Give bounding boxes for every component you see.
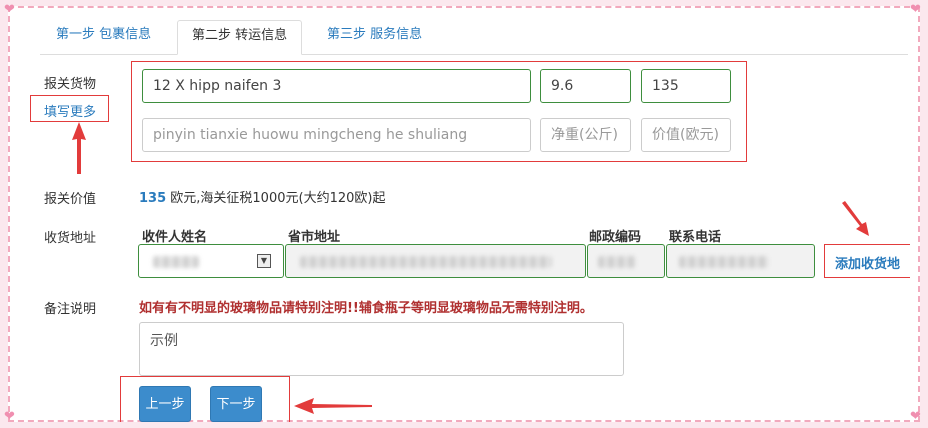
phone-field[interactable] [666, 244, 815, 278]
goods-weight-input[interactable]: 9.6 [540, 69, 631, 103]
goods-name-input-2[interactable]: pinyin tianxie huowu mingcheng he shulia… [142, 118, 531, 152]
goods-value-input-2[interactable]: 价值(欧元) [641, 118, 731, 152]
prev-step-button[interactable]: 上一步 [139, 386, 191, 422]
col-address: 省市地址 [288, 230, 341, 245]
declared-amount: 135 [139, 191, 167, 206]
col-phone: 联系电话 [669, 230, 722, 245]
goods-label: 报关货物 [44, 77, 97, 92]
declared-value-text: 135 欧元,海关征税1000元(大约120欧)起 [139, 187, 385, 206]
redacted-text [598, 256, 636, 268]
goods-value-input[interactable]: 135 [641, 69, 731, 103]
next-step-button[interactable]: 下一步 [210, 386, 262, 422]
heart-icon: ❤ [910, 409, 921, 424]
heart-icon: ❤ [910, 2, 921, 17]
recipient-select[interactable]: ▼ [138, 244, 284, 278]
heart-icon: ❤ [4, 2, 15, 17]
annotation-arrow-up-icon [72, 122, 86, 174]
remark-warning: 如有有不明显的玻璃物品请特别注明!!辅食瓶子等明显玻璃物品无需特别注明。 [139, 301, 593, 316]
declared-note: 欧元,海关征税1000元(大约120欧)起 [170, 191, 386, 206]
tab-step-2[interactable]: 第二步 转运信息 [177, 20, 303, 55]
remark-textarea[interactable]: 示例 [139, 322, 624, 376]
tab-step-3[interactable]: 第三步 服务信息 [313, 20, 436, 54]
redacted-text [679, 256, 769, 268]
redacted-text [153, 256, 199, 268]
col-recipient-name: 收件人姓名 [142, 230, 208, 245]
tab-step-1[interactable]: 第一步 包裹信息 [42, 20, 165, 54]
fill-more-link[interactable]: 填写更多 [44, 101, 96, 120]
declared-value-label: 报关价值 [44, 192, 97, 207]
add-address-button[interactable]: 添加收货地 [835, 253, 900, 272]
remark-label: 备注说明 [44, 302, 97, 317]
annotation-arrow-down-icon [842, 201, 869, 236]
col-postcode: 邮政编码 [589, 230, 642, 245]
postcode-field[interactable] [587, 244, 665, 278]
chevron-down-icon: ▼ [257, 254, 271, 268]
heart-icon: ❤ [4, 409, 15, 424]
redacted-text [300, 256, 552, 268]
goods-weight-input-2[interactable]: 净重(公斤) [540, 118, 631, 152]
step-tabs: 第一步 包裹信息 第二步 转运信息 第三步 服务信息 [40, 20, 908, 55]
address-field[interactable] [285, 244, 586, 278]
address-label: 收货地址 [44, 231, 97, 246]
annotation-arrow-left-icon [294, 398, 372, 414]
goods-name-input[interactable]: 12 X hipp naifen 3 [142, 69, 531, 103]
